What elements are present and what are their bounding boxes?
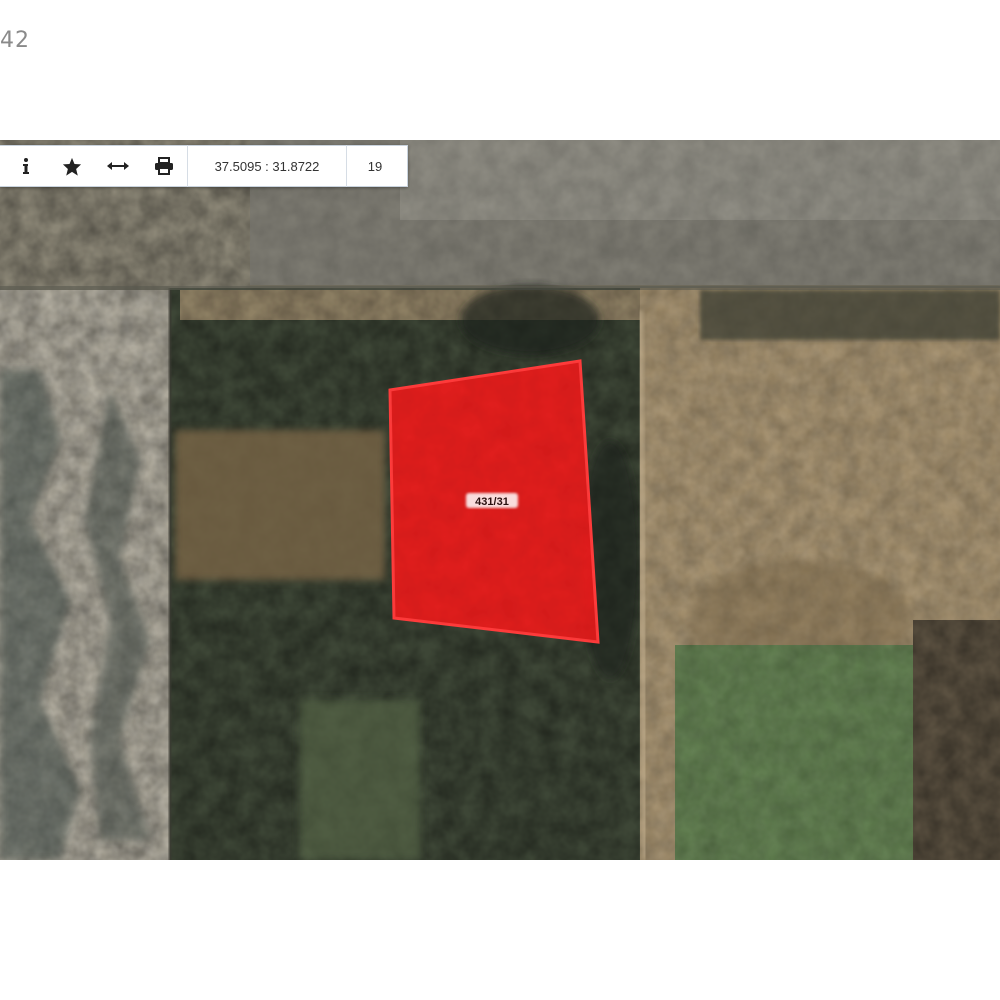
measure-arrows-icon [107, 162, 129, 170]
coordinates-readout: 37.5095 : 31.8722 [214, 158, 320, 174]
print-button[interactable] [141, 146, 187, 186]
page: 42 431/31 37.5095: 31.8722 19 [0, 0, 1000, 1000]
map-imagery: 431/31 [0, 140, 1000, 860]
info-icon [23, 158, 29, 174]
favorite-button[interactable] [49, 146, 95, 186]
satellite-map[interactable]: 431/31 [0, 140, 1000, 860]
map-toolbar: 37.5095 : 31.8722 19 [0, 145, 408, 187]
info-button[interactable] [3, 146, 49, 186]
zoom-level-readout: 19 [367, 158, 383, 174]
parcel-polygon[interactable] [388, 359, 600, 644]
corner-text: 42 [0, 28, 30, 53]
printer-icon [155, 157, 173, 175]
star-icon [62, 157, 82, 176]
measure-button[interactable] [95, 146, 141, 186]
